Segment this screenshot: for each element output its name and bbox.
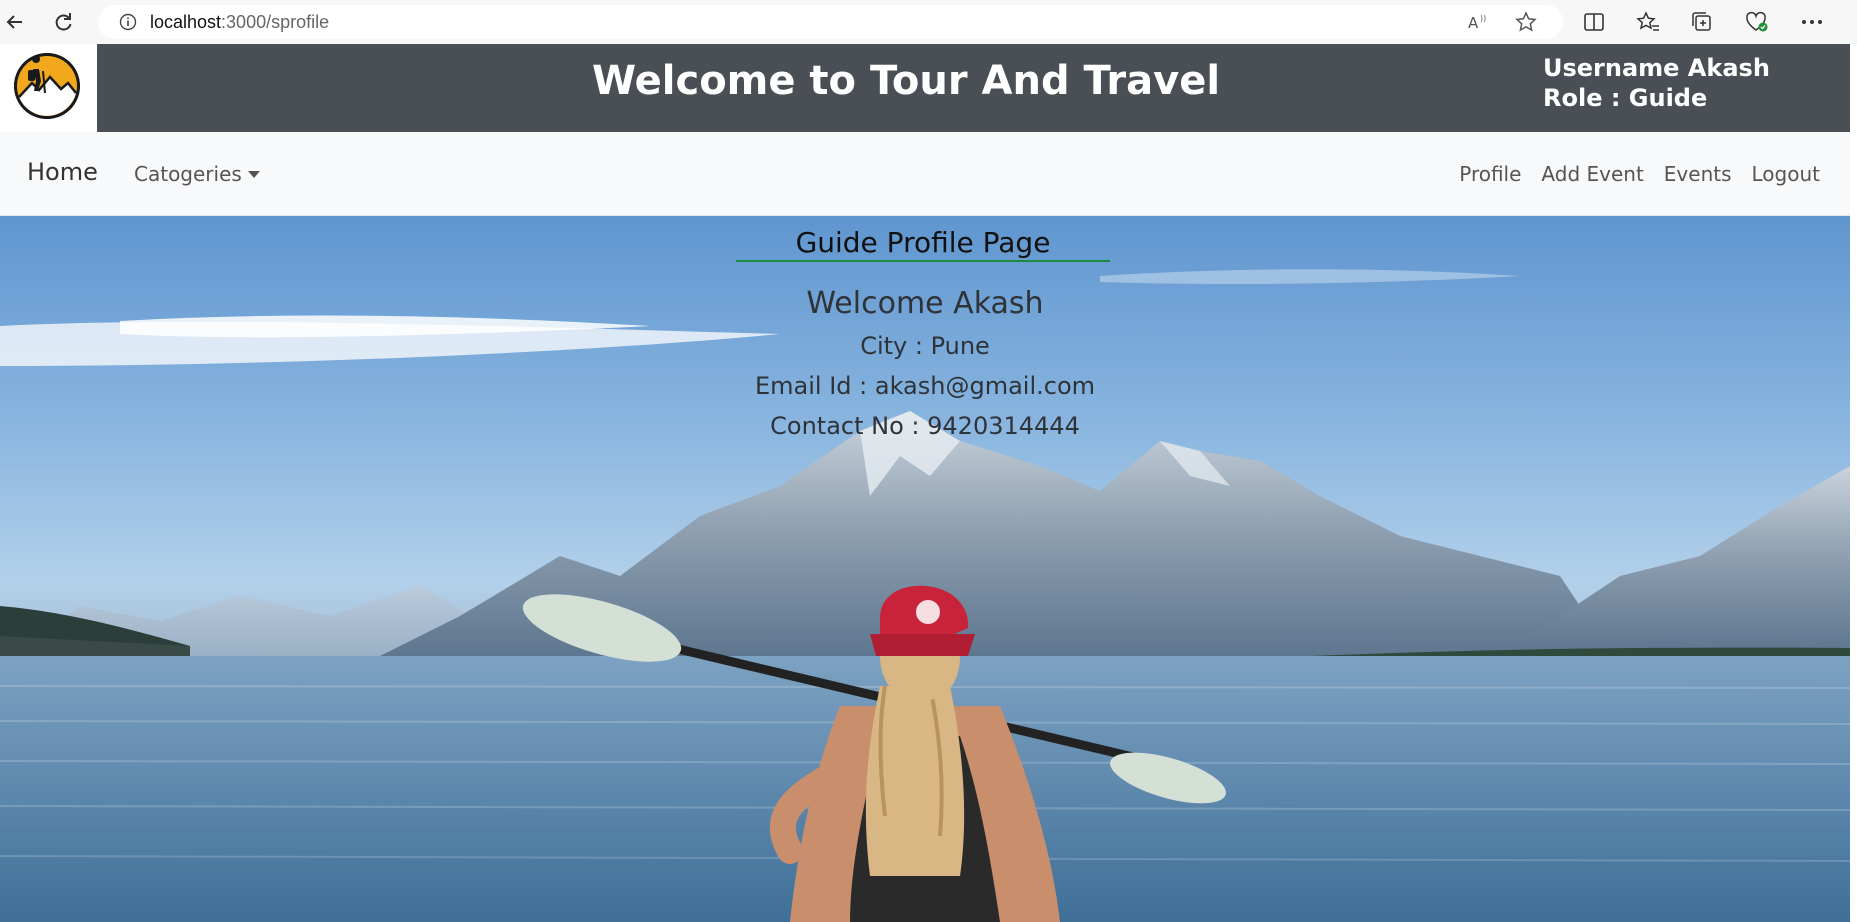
nav-home-link[interactable]: Home	[27, 158, 98, 186]
username-label: Username Akash	[1543, 54, 1770, 82]
nav-events-link[interactable]: Events	[1664, 162, 1732, 186]
info-icon[interactable]	[118, 12, 138, 32]
nav-categories-dropdown[interactable]: Catogeries	[134, 162, 260, 186]
role-label: Role : Guide	[1543, 84, 1708, 112]
main-navbar: Home Catogeries Profile Add Event Events…	[0, 132, 1850, 216]
nav-profile-link[interactable]: Profile	[1459, 162, 1521, 186]
page-title: Guide Profile Page	[736, 226, 1110, 262]
welcome-text: Welcome Akash	[806, 286, 1044, 321]
nav-logout-link[interactable]: Logout	[1752, 162, 1820, 186]
more-options-icon[interactable]	[1797, 8, 1827, 36]
favorite-star-icon[interactable]	[1512, 10, 1540, 34]
nav-add-event-link[interactable]: Add Event	[1541, 162, 1643, 186]
split-screen-icon[interactable]	[1579, 8, 1609, 36]
site-header: Welcome to Tour And Travel Username Akas…	[0, 44, 1857, 132]
collections-icon[interactable]	[1687, 8, 1717, 36]
user-info: Username Akash Role : Guide	[1543, 53, 1770, 113]
favorites-icon[interactable]	[1633, 8, 1663, 36]
svg-text:)): ))	[1480, 14, 1486, 23]
nav-right-group: Profile Add Event Events Logout	[1459, 162, 1820, 186]
city-text: City : Pune	[860, 332, 990, 360]
browser-toolbar: localhost:3000/sprofile A))	[0, 0, 1857, 44]
svg-text:A: A	[1468, 14, 1479, 31]
hiker-logo[interactable]	[14, 53, 80, 119]
back-arrow-icon[interactable]	[0, 8, 30, 36]
url-text: localhost:3000/sprofile	[150, 11, 330, 32]
profile-hero: Guide Profile Page Welcome Akash City : …	[0, 216, 1850, 922]
nav-categories-label: Catogeries	[134, 162, 242, 186]
contact-text: Contact No : 9420314444	[770, 412, 1080, 440]
reload-icon[interactable]	[48, 8, 78, 36]
browser-essentials-icon[interactable]	[1742, 8, 1772, 36]
kayak-lake-background-image	[0, 269, 1850, 922]
read-aloud-icon[interactable]: A))	[1464, 10, 1492, 34]
address-bar[interactable]: localhost:3000/sprofile A))	[98, 5, 1563, 39]
email-text: Email Id : akash@gmail.com	[754, 372, 1096, 400]
chevron-down-icon	[247, 170, 260, 178]
